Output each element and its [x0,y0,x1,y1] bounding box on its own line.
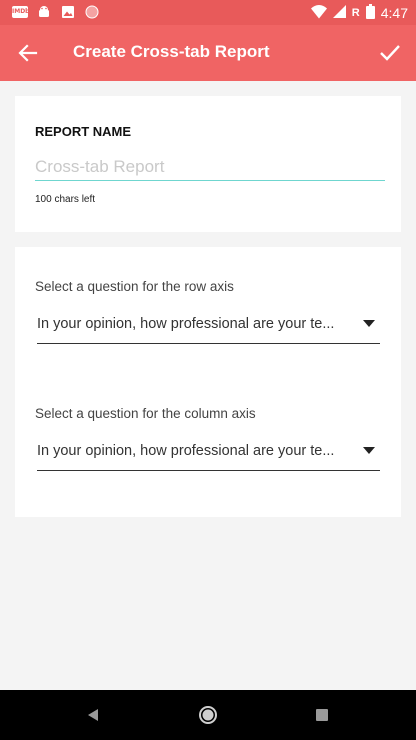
signal-icon [332,5,346,21]
nav-back-icon [88,709,98,721]
notification-icons: IMDb [12,4,100,20]
navigation-bar [0,690,416,740]
column-axis-selected: In your opinion, how professional are yo… [37,443,335,459]
nav-back-button[interactable] [82,704,104,726]
arrow-back-icon [18,44,38,62]
nav-home-icon [199,706,217,724]
status-time: 4:47 [380,5,408,21]
report-name-label: REPORT NAME [35,124,132,139]
dropdown-arrow-icon [363,320,375,327]
imdb-badge: IMDb [12,6,29,18]
dropdown-arrow-icon [363,447,375,454]
nav-recents-button[interactable] [311,704,333,726]
imdb-icon: IMDb [12,4,29,20]
row-axis-selected: In your opinion, how professional are yo… [37,316,335,332]
wifi-icon [310,4,327,22]
image-icon [60,4,76,20]
app-bar: Create Cross-tab Report [0,25,416,81]
android-icon [36,4,52,20]
carrier-letter: R [351,7,360,19]
column-axis-label: Select a question for the column axis [35,406,256,421]
circle-icon [84,4,100,20]
page-title: Create Cross-tab Report [73,42,270,61]
battery-icon [365,4,375,22]
report-name-card: REPORT NAME 100 chars left [15,96,401,232]
row-axis-label: Select a question for the row axis [35,279,234,294]
axes-card: Select a question for the row axis In yo… [15,247,401,517]
row-axis-dropdown[interactable]: In your opinion, how professional are yo… [37,311,380,344]
confirm-button[interactable] [376,39,404,67]
nav-home-button[interactable] [197,704,219,726]
check-icon [380,45,400,61]
back-button[interactable] [14,39,42,67]
nav-recents-icon [316,709,328,721]
report-name-input[interactable] [35,154,385,181]
chars-left-counter: 100 chars left [35,194,96,205]
status-bar: IMDb R 4:47 [0,0,416,25]
status-icons: R 4:47 [310,4,408,22]
column-axis-dropdown[interactable]: In your opinion, how professional are yo… [37,438,380,471]
